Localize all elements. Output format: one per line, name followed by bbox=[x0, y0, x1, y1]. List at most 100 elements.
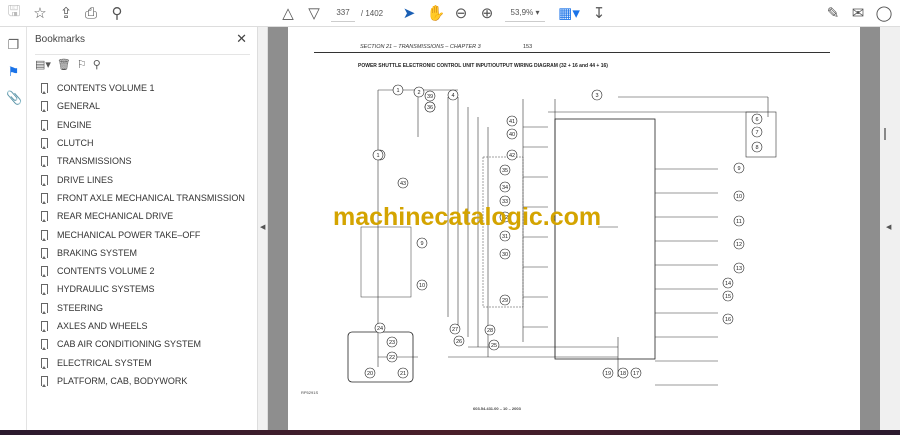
document-viewer[interactable]: 1234393836414042353433323130292827262524… bbox=[268, 27, 880, 430]
bookmark-item[interactable]: CONTENTS VOLUME 1 bbox=[41, 79, 256, 97]
header-rule bbox=[314, 52, 830, 53]
callout-number: 39 bbox=[427, 94, 433, 100]
bookmark-label: CLUTCH bbox=[57, 138, 94, 149]
panel-collapse-handle[interactable]: ◀ bbox=[258, 27, 268, 430]
previous-page-icon[interactable]: △ bbox=[280, 4, 296, 22]
bookmark-item[interactable]: AXLES AND WHEELS bbox=[41, 317, 256, 335]
callout-number: 26 bbox=[456, 339, 462, 345]
callout-number: 35 bbox=[502, 168, 508, 174]
bookmark-list: CONTENTS VOLUME 1 GENERAL ENGINE CLUTCH TRAN… bbox=[41, 79, 256, 390]
delete-icon[interactable]: 🗑 bbox=[57, 58, 71, 71]
bookmark-icon bbox=[41, 119, 48, 131]
callout-number: 11 bbox=[736, 219, 742, 225]
callout-number: 23 bbox=[389, 340, 395, 346]
figure-reference: RP5291S bbox=[301, 390, 319, 395]
callout-number: 14 bbox=[725, 281, 731, 287]
callout-number: 24 bbox=[377, 326, 383, 332]
new-bookmark-icon[interactable]: ⚐ bbox=[77, 58, 87, 71]
collapse-arrow-icon[interactable]: ◀ bbox=[260, 223, 265, 231]
bookmark-icon bbox=[41, 83, 48, 95]
bookmark-icon bbox=[41, 101, 48, 113]
print-icon[interactable]: ⎙ bbox=[83, 4, 99, 22]
bookmark-item[interactable]: MECHANICAL POWER TAKE–OFF bbox=[41, 225, 256, 243]
callout-number: 7 bbox=[755, 130, 758, 136]
callout-number: 21 bbox=[400, 371, 406, 377]
page-number-input[interactable]: 337 bbox=[331, 4, 355, 22]
callout-number: 34 bbox=[502, 185, 508, 191]
bookmark-icon bbox=[41, 229, 48, 241]
bookmark-item[interactable]: DRIVE LINES bbox=[41, 170, 256, 188]
callout-number: 29 bbox=[502, 298, 508, 304]
bookmark-label: PLATFORM, CAB, BODYWORK bbox=[57, 375, 188, 386]
callout-number: 25 bbox=[491, 343, 497, 349]
bookmark-item[interactable]: CLUTCH bbox=[41, 134, 256, 152]
page-thumbnails-icon[interactable]: ❐ bbox=[6, 37, 21, 52]
sensor-box bbox=[360, 226, 412, 298]
bookmark-item[interactable]: CAB AIR CONDITIONING SYSTEM bbox=[41, 335, 256, 353]
pdf-page: 1234393836414042353433323130292827262524… bbox=[288, 27, 860, 430]
select-cursor-icon[interactable]: ➤ bbox=[402, 4, 416, 22]
email-icon[interactable]: ✉ bbox=[850, 4, 866, 22]
zoom-in-icon[interactable]: ⊕ bbox=[479, 4, 495, 22]
bookmark-item[interactable]: CONTENTS VOLUME 2 bbox=[41, 262, 256, 280]
bookmark-item[interactable]: BRAKING SYSTEM bbox=[41, 244, 256, 262]
bookmarks-panel: Bookmarks ✕ ▤▾ 🗑 ⚐ ⚲ CONTENTS VOLUME 1 GE… bbox=[27, 27, 258, 430]
callout-number: 30 bbox=[502, 252, 508, 258]
callout-number: 18 bbox=[620, 371, 626, 377]
page-footer: 603.54.431.00 – 10 – 2003 bbox=[473, 406, 521, 411]
callout-number: 22 bbox=[389, 355, 395, 361]
page-number: 153 bbox=[523, 44, 533, 50]
callout-number: 8 bbox=[755, 145, 758, 151]
bookmark-item[interactable]: REAR MECHANICAL DRIVE bbox=[41, 207, 256, 225]
find-bookmark-icon[interactable]: ⚲ bbox=[93, 58, 101, 71]
bookmark-item[interactable]: TRANSMISSIONS bbox=[41, 152, 256, 170]
bookmark-icon bbox=[41, 284, 48, 296]
callout-number: 19 bbox=[605, 371, 611, 377]
next-page-icon[interactable]: ▽ bbox=[306, 4, 322, 22]
bookmark-item[interactable]: GENERAL bbox=[41, 97, 256, 115]
bookmark-item[interactable]: FRONT AXLE MECHANICAL TRANSMISSION bbox=[41, 189, 256, 207]
callout-number: 43 bbox=[400, 181, 406, 187]
bookmark-item[interactable]: ENGINE bbox=[41, 116, 256, 134]
left-rail: ❐ ⚑ 📎 bbox=[0, 27, 27, 430]
save-icon[interactable]: 🖫 bbox=[6, 3, 22, 22]
zoom-out-icon[interactable]: ⊖ bbox=[453, 4, 469, 22]
callout-number: 10 bbox=[736, 194, 742, 200]
bookmark-item[interactable]: PLATFORM, CAB, BODYWORK bbox=[41, 372, 256, 390]
bookmark-label: AXLES AND WHEELS bbox=[57, 321, 148, 331]
bookmark-item[interactable]: STEERING bbox=[41, 299, 256, 317]
bookmark-item[interactable]: HYDRAULIC SYSTEMS bbox=[41, 280, 256, 298]
bookmark-label: TRANSMISSIONS bbox=[57, 156, 132, 167]
zoom-select[interactable]: 53,9% ▾ bbox=[505, 4, 545, 22]
bookmark-label: FRONT AXLE MECHANICAL TRANSMISSION bbox=[57, 192, 245, 203]
bookmark-icon bbox=[41, 138, 48, 150]
search-icon[interactable]: ⚲ bbox=[109, 4, 125, 22]
callout-number: 17 bbox=[633, 371, 639, 377]
scroll-mode-icon[interactable]: ↧ bbox=[591, 4, 607, 22]
hand-tool-icon[interactable]: ✋ bbox=[427, 4, 446, 22]
attachments-icon[interactable]: 📎 bbox=[6, 90, 22, 105]
scrollbar-thumb[interactable] bbox=[884, 128, 886, 140]
zoom-value: 53,9% bbox=[510, 8, 534, 17]
upload-cloud-icon[interactable]: ⇪ bbox=[58, 4, 74, 22]
options-menu-icon[interactable]: ▤▾ bbox=[35, 58, 51, 71]
account-icon[interactable]: ◯ bbox=[876, 4, 893, 22]
expand-right-panel-icon[interactable]: ◀ bbox=[886, 223, 891, 231]
callout-number: 41 bbox=[509, 119, 515, 125]
bookmark-item[interactable]: ELECTRICAL SYSTEM bbox=[41, 353, 256, 371]
bookmark-star-icon[interactable]: ☆ bbox=[32, 4, 48, 22]
ecu-box bbox=[554, 118, 656, 360]
sign-icon[interactable]: ✎ bbox=[825, 4, 841, 22]
bookmarks-icon[interactable]: ⚑ bbox=[6, 64, 21, 79]
callout-number: 20 bbox=[367, 371, 373, 377]
callout-number: 42 bbox=[509, 153, 515, 159]
callout-number: 15 bbox=[725, 294, 731, 300]
bookmark-icon bbox=[41, 247, 48, 259]
bookmark-toolbar: ▤▾ 🗑 ⚐ ⚲ bbox=[35, 54, 250, 72]
toolbar: 🖫 ☆ ⇪ ⎙ ⚲ △ ▽ 337 / 1402 ➤ ✋ ⊖ ⊕ 53,9% ▾… bbox=[0, 0, 900, 27]
close-panel-button[interactable]: ✕ bbox=[236, 31, 247, 47]
bookmark-label: REAR MECHANICAL DRIVE bbox=[57, 211, 174, 222]
bookmark-label: ELECTRICAL SYSTEM bbox=[57, 357, 152, 368]
fit-page-icon[interactable]: ▦▾ bbox=[558, 4, 580, 22]
diagram-title: POWER SHUTTLE ELECTRONIC CONTROL UNIT IN… bbox=[358, 63, 608, 69]
